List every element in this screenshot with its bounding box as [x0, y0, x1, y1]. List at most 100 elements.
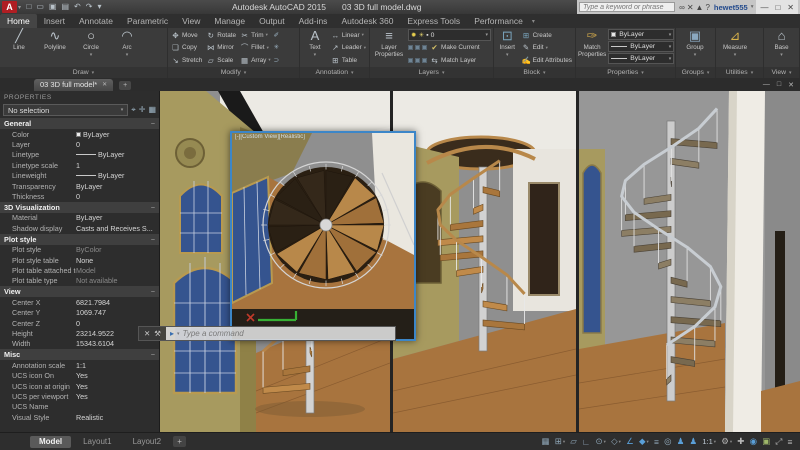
ribbon-button-trim[interactable]: ✂ Trim ▾: [239, 29, 272, 42]
tab-express-tools[interactable]: Express Tools: [400, 14, 467, 28]
property-value-ucs-per-viewport[interactable]: Yes: [76, 392, 88, 401]
ribbon-panel-title-draw[interactable]: Draw ▾: [0, 67, 167, 78]
vp-restore-icon[interactable]: □: [777, 81, 781, 89]
select-objects-icon[interactable]: ✛: [139, 105, 146, 115]
property-row-color[interactable]: Color ByLayer: [0, 129, 159, 139]
ribbon-button-text[interactable]: A Text ▾: [302, 29, 328, 58]
status-object-snap-tracking-icon[interactable]: ∠: [624, 436, 637, 447]
collapse-icon[interactable]: −: [151, 119, 155, 128]
selection-dropdown-caret-icon[interactable]: ▾: [121, 107, 124, 113]
status-status-plus-icon[interactable]: ✚: [735, 436, 747, 447]
tab-output[interactable]: Output: [252, 14, 292, 28]
status-ortho-icon[interactable]: ∟: [579, 437, 593, 447]
cmd-close-icon[interactable]: ✕: [144, 329, 150, 338]
property-row-linetype[interactable]: Linetype ByLayer: [0, 150, 159, 160]
status-lineweight-icon[interactable]: ≡: [651, 437, 661, 447]
ribbon-button-edit-attributes[interactable]: ✍ Edit Attributes: [521, 54, 573, 67]
section-header-view[interactable]: View −: [0, 286, 159, 298]
property-value-color[interactable]: ByLayer: [76, 130, 109, 139]
property-value-lineweight[interactable]: ByLayer: [76, 171, 124, 180]
lineweight-dropdown[interactable]: ByLayer ▾: [608, 41, 675, 52]
linetype-dropdown[interactable]: ByLayer ▾: [608, 53, 675, 64]
vp-minimize-icon[interactable]: —: [763, 81, 770, 89]
property-row-ucs-per-viewport[interactable]: UCS per viewport Yes: [0, 391, 159, 401]
restore-icon[interactable]: □: [775, 3, 780, 12]
open-icon[interactable]: ▭: [34, 2, 47, 11]
ribbon-button-line[interactable]: ╱ Line: [2, 29, 36, 52]
property-value-layer[interactable]: 0: [76, 140, 80, 149]
dropdown-caret-icon[interactable]: ▾: [669, 44, 672, 50]
status-isolate-objects-icon[interactable]: ◉: [747, 436, 760, 447]
ribbon-button-fillet[interactable]: ⌒ Fillet ▾: [239, 42, 272, 55]
dropdown-caret-icon[interactable]: ▾: [669, 32, 672, 38]
selection-dropdown[interactable]: No selection ▾: [3, 104, 129, 116]
property-value-center-y[interactable]: 1069.747: [76, 308, 106, 317]
object-color-dropdown[interactable]: ByLayer ▾: [608, 29, 675, 40]
layer-color-swatch[interactable]: ▪: [426, 32, 428, 39]
property-row-center-y[interactable]: Center Y 1069.747: [0, 307, 159, 317]
layer-state-icon[interactable]: [415, 57, 420, 63]
property-row-width[interactable]: Width 15343.6104: [0, 339, 159, 349]
tab-parametric[interactable]: Parametric: [120, 14, 175, 28]
status-graphics-performance-icon[interactable]: ▣: [760, 436, 773, 447]
ribbon-button-match-properties[interactable]: ✑ Match Properties: [578, 29, 606, 59]
property-row-annotation-scale[interactable]: Annotation scale 1:1: [0, 360, 159, 370]
ribbon-button-match-layer[interactable]: ⇆ Match Layer: [429, 54, 477, 67]
vp-close-icon[interactable]: ✕: [788, 81, 794, 89]
property-row-thickness[interactable]: Thickness 0: [0, 191, 159, 201]
property-value-plot-style-table[interactable]: None: [76, 256, 93, 265]
status-customization-icon[interactable]: ≡: [785, 437, 795, 447]
property-value-annotation-scale[interactable]: 1:1: [76, 361, 86, 370]
property-row-center-z[interactable]: Center Z 0: [0, 318, 159, 328]
layer-state-icon[interactable]: [415, 45, 420, 51]
ribbon-button-copy[interactable]: ❏ Copy: [170, 42, 203, 55]
property-value-thickness[interactable]: 0: [76, 192, 80, 201]
ribbon-button-mirror[interactable]: ⋈ Mirror: [205, 42, 237, 55]
collapse-icon[interactable]: −: [151, 203, 155, 212]
redo-icon[interactable]: ↷: [83, 2, 95, 11]
tab-insert[interactable]: Insert: [37, 14, 72, 28]
ribbon-button-array[interactable]: ▦ Array ▾: [239, 54, 272, 67]
plot-icon[interactable]: ▤: [59, 2, 72, 11]
property-row-lineweight[interactable]: Lineweight ByLayer: [0, 171, 159, 181]
signin-caret-icon[interactable]: ▾: [751, 4, 754, 10]
ribbon-panel-title-view[interactable]: View ▾: [764, 67, 799, 78]
ribbon-button-edit[interactable]: ✎ Edit ▾: [521, 42, 573, 55]
pickadd-toggle-icon[interactable]: ▦: [148, 105, 156, 115]
property-value-center-z[interactable]: 0: [76, 319, 80, 328]
tab-annotate[interactable]: Annotate: [72, 14, 120, 28]
autodesk360-icon[interactable]: ▲: [695, 3, 705, 12]
layout-tab-layout1[interactable]: Layout1: [74, 436, 120, 448]
tab-view[interactable]: View: [175, 14, 207, 28]
property-row-visual-style[interactable]: Visual Style Realistic: [0, 412, 159, 422]
property-row-ucs-icon-on[interactable]: UCS icon On Yes: [0, 370, 159, 380]
property-value-shadow-display[interactable]: Casts and Receives S...: [76, 224, 153, 233]
floating-viewport-scene[interactable]: [232, 133, 414, 339]
recent-commands-caret-icon[interactable]: ▾: [177, 331, 180, 337]
collapse-icon[interactable]: −: [151, 287, 155, 296]
ribbon-panel-title-utilities[interactable]: Utilities ▾: [716, 67, 763, 78]
ribbon-button-layer-properties[interactable]: ≡ Layer Properties: [372, 29, 406, 59]
file-tab[interactable]: 03 3D full model* ✕: [34, 79, 114, 91]
ribbon-button-polyline[interactable]: ∿ Polyline: [38, 29, 72, 52]
quick-select-icon[interactable]: ⌖: [131, 105, 136, 115]
layer-state-icon[interactable]: [408, 57, 413, 63]
ribbon-button-table[interactable]: ⊞ Table: [330, 54, 367, 67]
command-line[interactable]: ✕ ⚒ ▸ ▾ Type a command: [138, 326, 396, 341]
property-value-plot-table-attached-to[interactable]: Model: [76, 266, 96, 275]
property-row-layer[interactable]: Layer 0: [0, 139, 159, 149]
property-row-center-x[interactable]: Center X 6821.7984: [0, 297, 159, 307]
status-annotation-autoscale-icon[interactable]: ♟: [687, 436, 700, 447]
ribbon-panel-title-groups[interactable]: Groups ▾: [676, 67, 715, 78]
ribbon-panel-title-layers[interactable]: Layers ▾: [370, 67, 493, 78]
layer-on-icon[interactable]: ✹: [411, 31, 416, 39]
ribbon-button-leader[interactable]: ↗ Leader ▾: [330, 42, 367, 55]
layer-state-icon[interactable]: [422, 45, 427, 51]
property-row-ucs-name[interactable]: UCS Name: [0, 402, 159, 412]
property-row-plot-style[interactable]: Plot style ByColor: [0, 245, 159, 255]
section-header-plot-style[interactable]: Plot style −: [0, 233, 159, 245]
section-header-3d-visualization[interactable]: 3D Visualization −: [0, 201, 159, 213]
ribbon-panel-title-modify[interactable]: Modify ▾: [168, 67, 299, 78]
new-drawing-tab-button[interactable]: +: [119, 81, 132, 90]
minimize-icon[interactable]: —: [760, 3, 768, 12]
